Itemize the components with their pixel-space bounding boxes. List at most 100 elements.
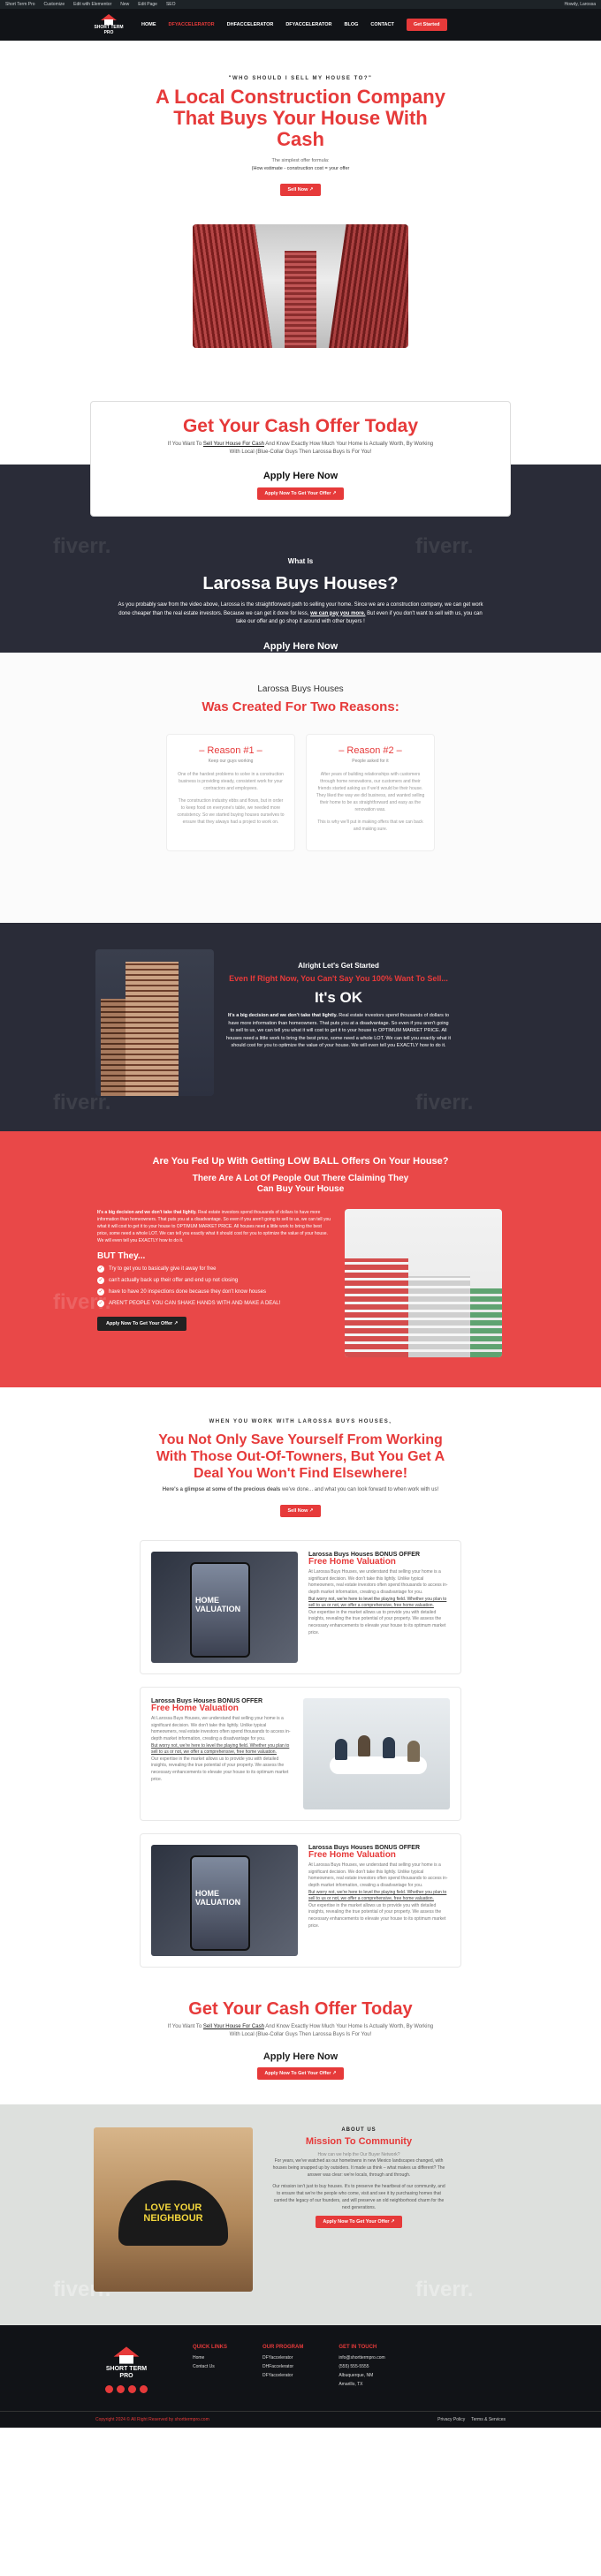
offer-subtitle: If You Want To Sell Your House For Cash …: [164, 2023, 437, 2039]
about-p2: Our mission isn't just to buy houses. It…: [272, 2184, 445, 2210]
check-icon: ✓: [97, 1277, 104, 1284]
feature-title: Free Home Valuation: [308, 1849, 396, 1860]
alright-red: Even If Right Now, You Can't Say You 100…: [229, 974, 448, 983]
footer-link[interactable]: DFYaccelerator: [262, 2373, 303, 2378]
feature-body-3: Our expertise in the market allows us to…: [151, 1756, 289, 1782]
about-section: fiverr. fiverr. LOVE YOUR NEIGHBOUR ABOU…: [0, 2104, 601, 2325]
deals-title: You Not Only Save Yourself From Working …: [156, 1432, 445, 1481]
apply-offer-button[interactable]: Apply Now To Get Your Offer ↗: [257, 2067, 344, 2080]
footer-col-quick-links: QUICK LINKS Home Contact Us: [193, 2345, 227, 2393]
image-label: HOME VALUATION: [195, 1889, 241, 1907]
whatis-apply: Apply Here Now: [262, 640, 339, 652]
sell-house-link[interactable]: Sell Your House For Cash: [203, 2024, 264, 2029]
nav-link-dfyaccelerator[interactable]: DFYACCELERATOR: [169, 22, 215, 27]
site-logo[interactable]: SHORT TERM PRO: [88, 14, 129, 35]
lowball-question: Are You Fed Up With Getting LOW BALL Off…: [152, 1156, 449, 1167]
logo-text: SHORT TERM PRO: [105, 2366, 148, 2379]
meeting-photo: [303, 1698, 450, 1809]
footer-logo[interactable]: SHORT TERM PRO: [95, 2345, 157, 2393]
list-item-text: AREN'T PEOPLE YOU CAN SHAKE HANDS WITH A…: [109, 1301, 281, 1306]
but-they: BUT They...: [97, 1251, 146, 1261]
offer-sub-pre: If You Want To: [167, 2024, 203, 2029]
copyright: Copyright 2024 © All Right Reserved by s…: [95, 2417, 209, 2422]
wp-admin-bar: Short Term Pro Customize Edit with Eleme…: [0, 0, 601, 9]
footer-bottom: Copyright 2024 © All Right Reserved by s…: [0, 2411, 601, 2428]
whatis-title: Larossa Buys Houses?: [202, 574, 399, 593]
hero-line-2: (How estimate - construction cost = your…: [251, 166, 350, 171]
feature-body-3: Our expertise in the market allows us to…: [308, 1609, 446, 1635]
feature-title: Free Home Valuation: [308, 1556, 396, 1567]
nav-link-dhfaccelerator[interactable]: DHFACCELERATOR: [227, 22, 274, 27]
apply-offer-button[interactable]: Apply Now To Get Your Offer ↗: [316, 2216, 402, 2228]
get-started-button[interactable]: Get Started: [406, 19, 447, 31]
reason-card: – Reason #2 – People asked for it After …: [306, 734, 435, 851]
watermark: fiverr.: [415, 534, 474, 558]
hero-section: "WHO SHOULD I SELL MY HOUSE TO?" A Local…: [0, 41, 601, 366]
wp-user[interactable]: Howdy, Larossa: [565, 2, 596, 7]
reasons-section: Larossa Buys Houses Was Created For Two …: [0, 653, 601, 923]
lowball-sub: There Are A Lot Of People Out There Clai…: [192, 1174, 409, 1194]
wp-item[interactable]: Short Term Pro: [5, 2, 35, 7]
list-item: ✓ can't actually back up their offer and …: [97, 1277, 332, 1284]
footer-link[interactable]: Home: [193, 2355, 227, 2361]
deals-section: WHEN YOU WORK WITH LAROSSA BUYS HOUSES, …: [0, 1387, 601, 1998]
watermark: fiverr.: [53, 1290, 111, 1314]
alright-section: fiverr. fiverr. Alright Let's Get Starte…: [0, 923, 601, 1131]
footer-link[interactable]: DHFaccelerator: [262, 2364, 303, 2369]
footer-col-title: OUR PROGRAM: [262, 2345, 304, 2350]
home-valuation-image: HOME VALUATION: [151, 1845, 298, 1956]
reasons-grid: – Reason #1 – Keep our guys working One …: [0, 734, 601, 851]
site-footer: SHORT TERM PRO QUICK LINKS Home Contact …: [0, 2325, 601, 2411]
wp-item[interactable]: Edit Page: [138, 2, 157, 7]
footer-email[interactable]: info@shorttermpro.com: [339, 2355, 384, 2361]
sell-now-button[interactable]: Sell Now ↗: [280, 184, 321, 196]
reason-title: – Reason #1 –: [199, 745, 262, 756]
youtube-icon[interactable]: [140, 2385, 148, 2393]
wp-item[interactable]: Customize: [44, 2, 65, 7]
footer-link[interactable]: Contact Us: [193, 2364, 227, 2369]
footer-location: Amarillo, TX: [339, 2382, 363, 2387]
apply-heading: Apply Here Now: [262, 471, 339, 481]
pay-more-link: we can pay you more.: [310, 610, 366, 616]
alright-body: It's a big decision and we don't take th…: [226, 1012, 451, 1050]
check-icon: ✓: [97, 1265, 104, 1273]
sell-now-button[interactable]: Sell Now ↗: [280, 1505, 321, 1517]
tower-photo: [95, 949, 214, 1096]
apply-offer-button[interactable]: Apply Now To Get Your Offer ↗: [257, 487, 344, 500]
list-item: ✓ have to have 20 inspections done becaus…: [97, 1288, 332, 1296]
twitter-icon[interactable]: [128, 2385, 136, 2393]
alright-title: It's OK: [314, 989, 363, 1006]
terms-link[interactable]: Terms & Services: [471, 2417, 506, 2422]
nav-link-blog[interactable]: BLOG: [344, 22, 358, 27]
nav-link-contact[interactable]: CONTACT: [370, 22, 393, 27]
feature-card: HOME VALUATION Larossa Buys Houses BONUS…: [140, 1540, 461, 1674]
cash-offer-section-2: Get Your Cash Offer Today If You Want To…: [0, 1998, 601, 2104]
about-p1: For years, we've watched as our hometown…: [272, 2158, 445, 2178]
instagram-icon[interactable]: [117, 2385, 125, 2393]
apply-offer-button[interactable]: Apply Now To Get Your Offer ↗: [97, 1317, 187, 1331]
nav-link-dfyaccelerator-2[interactable]: DFYACCELERATOR: [285, 22, 331, 27]
wp-item[interactable]: New: [120, 2, 129, 7]
hero-title: A Local Construction Company That Buys Y…: [156, 86, 445, 150]
footer-col-contact: GET IN TOUCH info@shorttermpro.com (555)…: [339, 2345, 384, 2393]
sell-house-link[interactable]: Sell Your House For Cash: [203, 442, 264, 447]
wp-item[interactable]: Edit with Elementor: [73, 2, 111, 7]
wp-item[interactable]: SEO: [166, 2, 176, 7]
watermark: fiverr.: [415, 1091, 474, 1114]
facebook-icon[interactable]: [105, 2385, 113, 2393]
alright-body-text: Real estate investors spend thousands of…: [226, 1013, 451, 1048]
offer-title: Get Your Cash Offer Today: [182, 416, 419, 436]
footer-link[interactable]: DFYaccelerator: [262, 2355, 303, 2361]
alright-body-bold: It's a big decision and we don't take th…: [227, 1013, 338, 1018]
about-kicker: ABOUT US: [341, 2127, 377, 2133]
cap-text: LOVE YOUR NEIGHBOUR: [118, 2180, 228, 2246]
deals-eyebrow: WHEN YOU WORK WITH LAROSSA BUYS HOUSES,: [209, 1419, 392, 1424]
footer-phone[interactable]: (555) 555-5555: [339, 2364, 384, 2369]
privacy-link[interactable]: Privacy Policy: [437, 2417, 465, 2422]
feature-title: Free Home Valuation: [151, 1703, 239, 1713]
feature-body: At Larossa Buys Houses, we understand th…: [308, 1862, 448, 1888]
footer-col-title: QUICK LINKS: [193, 2345, 227, 2350]
feature-body-2: But worry not, we're here to level the p…: [151, 1742, 290, 1756]
offer-title: Get Your Cash Offer Today: [188, 1999, 413, 2019]
nav-link-home[interactable]: HOME: [141, 22, 156, 27]
